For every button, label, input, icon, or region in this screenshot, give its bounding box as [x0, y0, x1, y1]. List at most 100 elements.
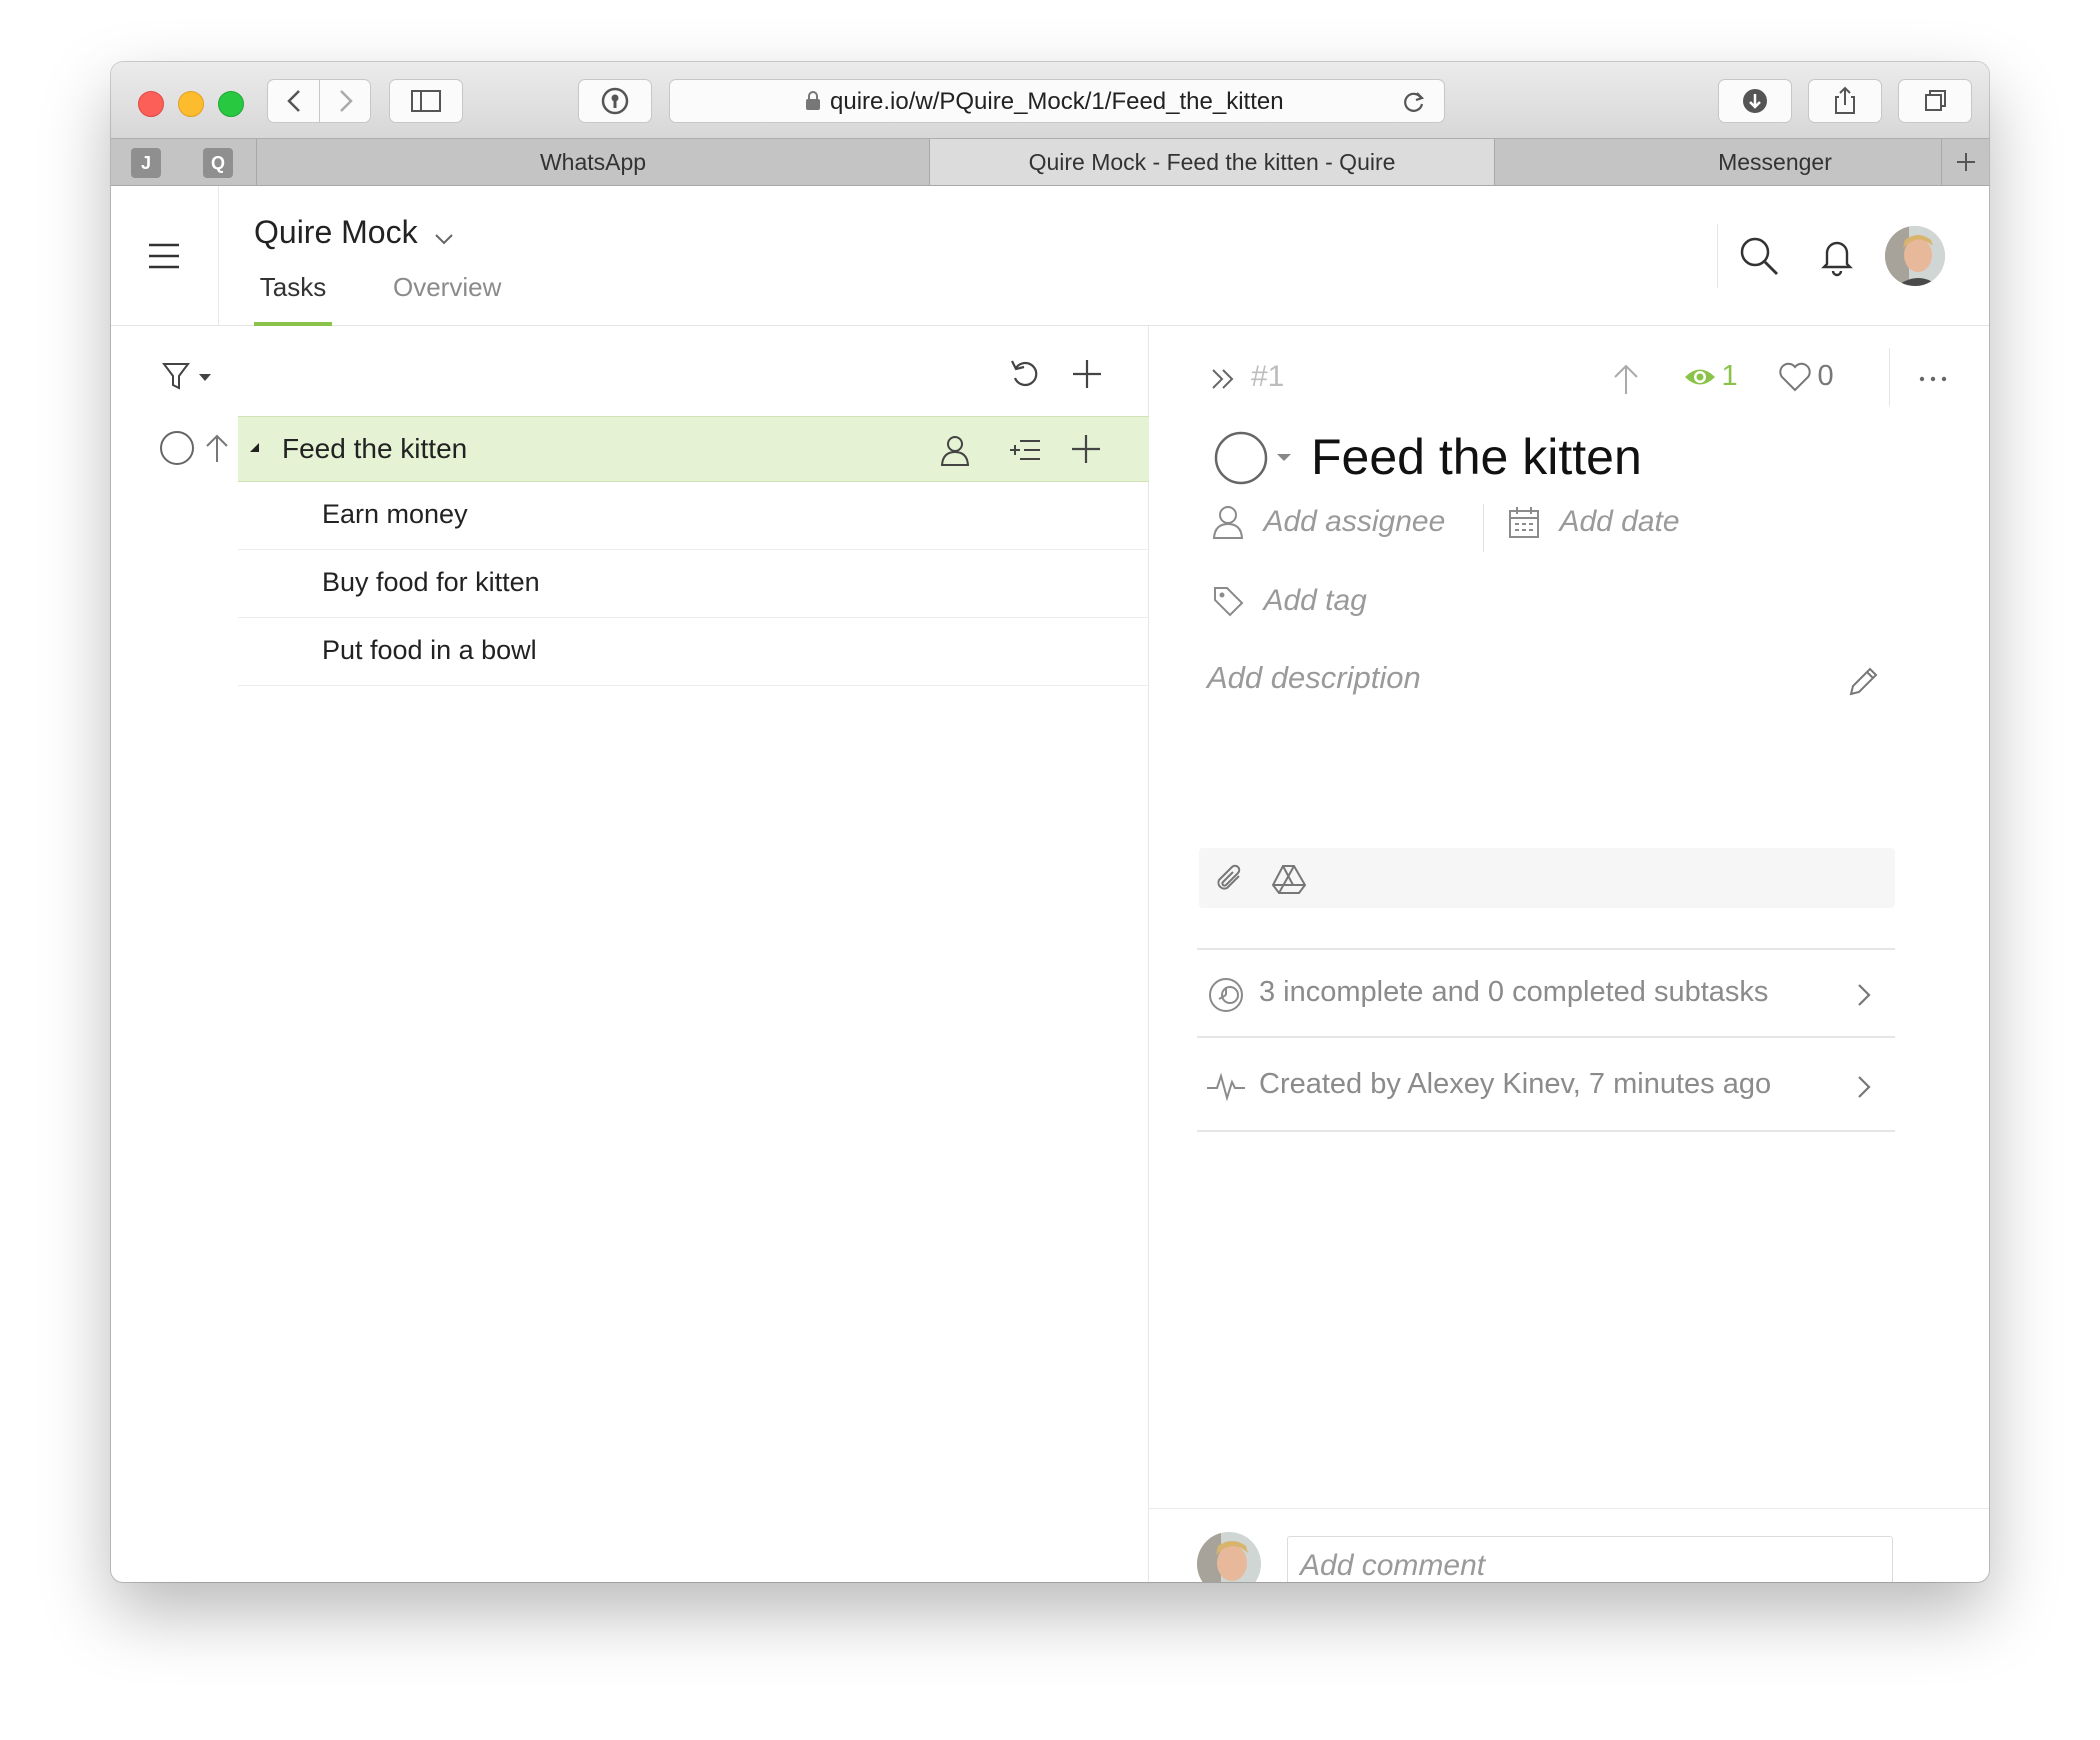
- pencil-icon[interactable]: [1845, 664, 1881, 700]
- subtasks-summary-row[interactable]: 3 incomplete and 0 completed subtasks: [1197, 950, 1895, 1038]
- avatar-photo-icon: [1197, 1532, 1261, 1582]
- tab-messenger[interactable]: Messenger: [1494, 139, 1989, 185]
- comment-input[interactable]: Add comment: [1287, 1536, 1893, 1582]
- tab-overview[interactable]: Overview: [393, 270, 523, 326]
- collapse-panel-icon[interactable]: [1207, 362, 1241, 396]
- assign-user-icon[interactable]: [938, 433, 972, 467]
- complete-task-circle-icon[interactable]: [1213, 430, 1269, 486]
- complete-checkbox-icon[interactable]: [159, 430, 195, 466]
- menu-button[interactable]: [111, 186, 219, 325]
- avatar-photo-icon: [1885, 226, 1945, 286]
- project-switcher[interactable]: Quire Mock: [254, 214, 454, 254]
- activity-pulse-icon: [1207, 1072, 1245, 1102]
- reload-icon[interactable]: [1400, 88, 1428, 116]
- commenter-avatar: [1197, 1532, 1261, 1582]
- toolbar-divider: [1889, 348, 1890, 406]
- add-subtask-icon[interactable]: [1068, 431, 1104, 467]
- bell-icon[interactable]: [1817, 234, 1857, 278]
- status-dropdown-icon[interactable]: [1275, 452, 1293, 464]
- task-detail-title[interactable]: Feed the kitten: [1311, 428, 1642, 486]
- downloads-button[interactable]: [1718, 79, 1792, 123]
- share-button[interactable]: [1808, 79, 1882, 123]
- task-detail-panel: #1 1 0 Feed the kitten Add assignee Add …: [1149, 326, 1989, 1582]
- tag-icon: [1214, 587, 1244, 617]
- task-row-selected[interactable]: Feed the kitten: [238, 416, 1149, 482]
- browser-toolbar: quire.io/w/PQuire_Mock/1/Feed_the_kitten: [111, 62, 1989, 138]
- header-divider: [1717, 224, 1718, 288]
- filter-button[interactable]: [161, 358, 221, 398]
- tab-tasks[interactable]: Tasks: [254, 270, 332, 326]
- tab-whatsapp[interactable]: WhatsApp: [256, 139, 929, 185]
- add-tag-label: Add tag: [1263, 584, 1367, 617]
- activity-summary: Created by Alexey Kinev, 7 minutes ago: [1259, 1068, 1772, 1100]
- comment-divider: [1149, 1508, 1989, 1509]
- add-assignee-label: Add assignee: [1263, 505, 1446, 538]
- tab-quire-active[interactable]: Quire Mock - Feed the kitten - Quire: [929, 139, 1494, 185]
- sidebar-toggle-button[interactable]: [389, 79, 463, 123]
- browser-window: quire.io/w/PQuire_Mock/1/Feed_the_kitten…: [111, 62, 1989, 1582]
- subtasks-summary: 3 incomplete and 0 completed subtasks: [1259, 976, 1769, 1008]
- add-task-icon[interactable]: [1069, 356, 1105, 392]
- subtasks-progress-icon: [1209, 978, 1243, 1012]
- pinned-tab-q[interactable]: Q: [203, 148, 233, 178]
- chevron-right-icon: [1858, 984, 1871, 1006]
- key-icon: [601, 87, 629, 115]
- pinned-tab-j[interactable]: J: [131, 148, 161, 178]
- calendar-icon: [1509, 507, 1539, 538]
- add-date-label: Add date: [1559, 505, 1680, 538]
- tab-overview-label: Overview: [393, 272, 502, 302]
- add-date-button[interactable]: Add date: [1507, 504, 1680, 548]
- user-avatar[interactable]: [1885, 226, 1945, 286]
- chevron-right-icon: [340, 90, 353, 112]
- browser-tab-bar: J Q WhatsApp Quire Mock - Feed the kitte…: [111, 138, 1989, 186]
- likes-count: 0: [1817, 360, 1834, 392]
- share-icon: [1835, 86, 1855, 114]
- arrow-up-icon[interactable]: [203, 430, 231, 466]
- tabs-overview-button[interactable]: [1898, 79, 1972, 123]
- download-icon: [1743, 89, 1767, 113]
- search-icon[interactable]: [1737, 234, 1781, 278]
- url-text: quire.io/w/PQuire_Mock/1/Feed_the_kitten: [830, 88, 1284, 115]
- watchers-button[interactable]: 1: [1683, 360, 1738, 400]
- paperclip-icon[interactable]: [1213, 862, 1247, 896]
- subtask-row[interactable]: Earn money: [238, 482, 1149, 550]
- zoom-window-button[interactable]: [218, 91, 244, 117]
- like-button[interactable]: 0: [1777, 360, 1834, 400]
- more-options-icon[interactable]: [1915, 362, 1951, 396]
- forward-button[interactable]: [320, 80, 372, 122]
- heart-icon: [1779, 362, 1811, 391]
- google-drive-icon[interactable]: [1271, 862, 1307, 896]
- chevron-left-icon: [287, 90, 300, 112]
- new-tab-button[interactable]: [1941, 139, 1989, 185]
- caret-expanded-icon[interactable]: [248, 441, 262, 455]
- add-subtask-list-icon[interactable]: [1008, 433, 1042, 467]
- description-field[interactable]: Add description: [1207, 660, 1929, 708]
- undo-icon[interactable]: [1007, 356, 1043, 392]
- comment-placeholder: Add comment: [1300, 1549, 1486, 1582]
- activity-row[interactable]: Created by Alexey Kinev, 7 minutes ago: [1197, 1040, 1895, 1132]
- plus-icon: [1957, 153, 1975, 171]
- back-button[interactable]: [268, 80, 320, 122]
- chevron-right-icon: [1858, 1076, 1871, 1098]
- watchers-count: 1: [1721, 360, 1738, 392]
- subtask-row[interactable]: Buy food for kitten: [238, 550, 1149, 618]
- project-title: Quire Mock: [254, 214, 418, 250]
- eye-icon: [1685, 369, 1715, 384]
- sidebar-icon: [411, 90, 441, 112]
- subtask-row[interactable]: Put food in a bowl: [238, 618, 1149, 686]
- tab-tasks-label: Tasks: [259, 272, 327, 302]
- attachments-bar: [1199, 848, 1895, 908]
- add-assignee-button[interactable]: Add assignee: [1211, 504, 1445, 548]
- hamburger-icon: [149, 243, 179, 269]
- user-icon: [1212, 506, 1244, 539]
- subtask-title: Buy food for kitten: [322, 567, 540, 597]
- close-window-button[interactable]: [138, 91, 164, 117]
- minimize-window-button[interactable]: [178, 91, 204, 117]
- password-button[interactable]: [578, 79, 652, 123]
- lock-icon: [806, 91, 820, 110]
- subtask-title: Put food in a bowl: [322, 635, 537, 665]
- add-tag-button[interactable]: Add tag: [1211, 584, 1367, 628]
- address-bar[interactable]: quire.io/w/PQuire_Mock/1/Feed_the_kitten: [669, 79, 1445, 123]
- task-list-panel: Feed the kitten Earn money Buy food for …: [111, 326, 1149, 1582]
- arrow-up-icon[interactable]: [1609, 362, 1643, 396]
